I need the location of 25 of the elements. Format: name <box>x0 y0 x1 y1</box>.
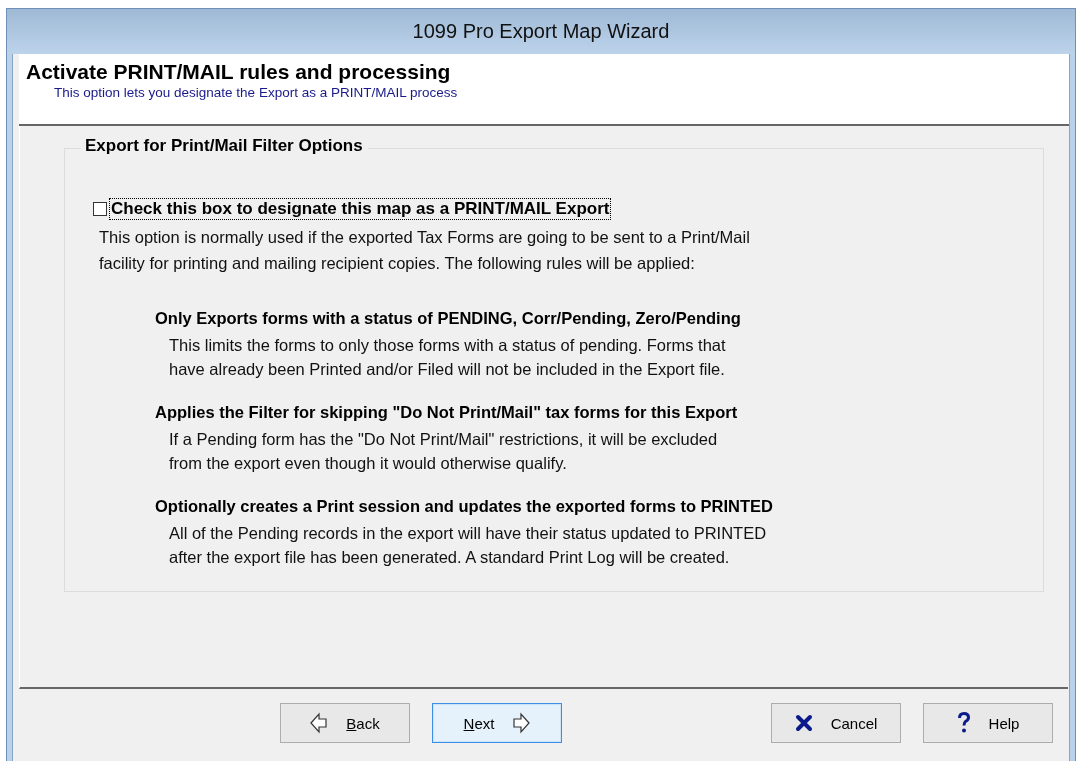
next-button[interactable]: Next <box>432 703 562 743</box>
rule-description: from the export even though it would otherwise qualify. <box>169 453 568 474</box>
right-arrow-icon <box>512 712 531 734</box>
help-button[interactable]: Help <box>923 703 1053 743</box>
rule-title: Applies the Filter for skipping "Do Not Print/Mail" tax forms for this Export <box>155 402 739 423</box>
cancel-button[interactable]: Cancel <box>771 703 901 743</box>
rule-description: If a Pending form has the "Do Not Print/Mail" restrictions, it will be excluded <box>169 429 719 450</box>
description-text: facility for printing and mailing recipient copies. The following rules will be applied: <box>99 253 696 274</box>
page-subtitle: This option lets you designate the Export as a PRINT/MAIL process <box>54 85 459 101</box>
left-arrow-icon <box>310 712 329 734</box>
rule-title: Only Exports forms with a status of PENDING, Corr/Pending, Zero/Pending <box>155 308 742 329</box>
description-text: This option is normally used if the exported Tax Forms are going to be sent to a Print/Mail <box>99 227 751 248</box>
rule-title: Optionally creates a Print session and updates the exported forms to PRINTED <box>155 496 774 517</box>
help-icon <box>956 712 971 734</box>
rule-description: after the export file has been generated. A standard Print Log will be created. <box>169 547 731 568</box>
close-icon <box>794 714 813 732</box>
rule-description: have already been Printed and/or Filed will not be included in the Export file. <box>169 359 726 380</box>
rule-description: This limits the forms to only those forms with a status of pending. Forms that <box>169 335 727 356</box>
page-title: Activate PRINT/MAIL rules and processing <box>26 59 452 85</box>
checkbox[interactable] <box>93 202 107 216</box>
window-title: 1099 Pro Export Map Wizard <box>412 20 670 43</box>
group-title: Export for Print/Mail Filter Options <box>81 136 368 156</box>
back-button[interactable]: Back <box>280 703 410 743</box>
rule-description: All of the Pending records in the export will have their status updated to PRINTED <box>169 523 768 544</box>
checkbox-label[interactable]: Check this box to designate this map as a PRINT/MAIL Export <box>110 199 611 219</box>
